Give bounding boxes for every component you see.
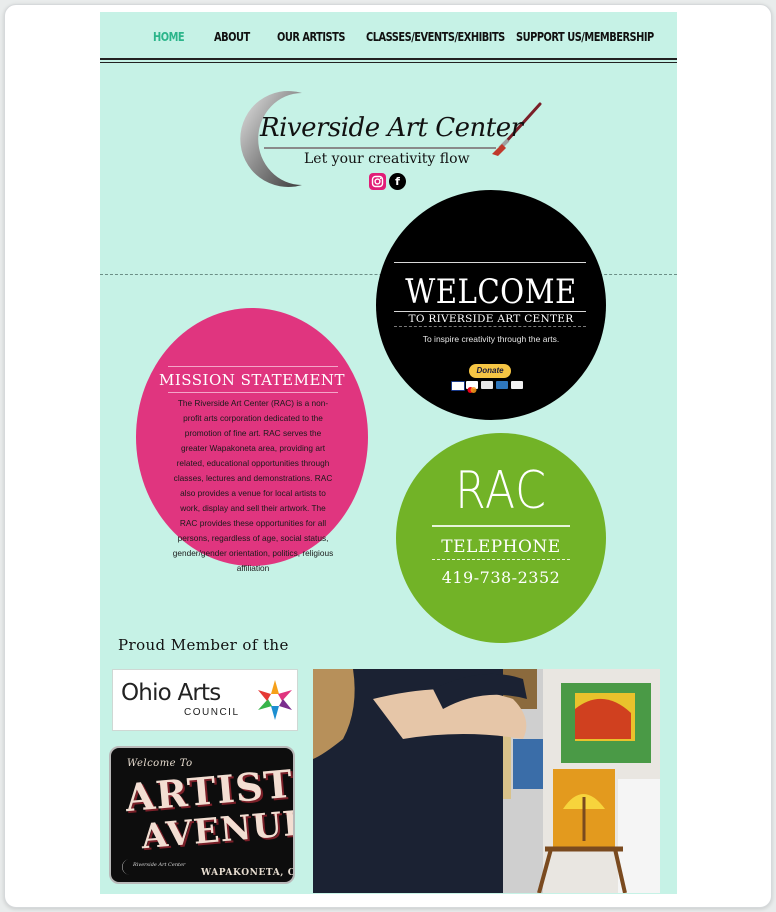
telephone-number[interactable]: 419-738-2352 xyxy=(396,568,606,587)
oac-sub: COUNCIL xyxy=(184,707,240,718)
visa-card-icon xyxy=(451,381,465,391)
welcome-circle: WELCOME TO RIVERSIDE ART CENTER To inspi… xyxy=(376,190,606,420)
artist-painting-video[interactable] xyxy=(313,669,660,893)
nav-support-membership[interactable]: SUPPORT US/MEMBERSHIP xyxy=(516,30,654,44)
main-nav: HOME ABOUT OUR ARTISTS CLASSES/EVENTS/EX… xyxy=(100,12,677,58)
welcome-title: WELCOME xyxy=(405,272,577,312)
mission-body: The Riverside Art Center (RAC) is a non-… xyxy=(172,398,334,573)
rac-rule xyxy=(432,525,570,527)
nav-our-artists[interactable]: OUR ARTISTS xyxy=(277,30,345,44)
welcome-subtitle: TO RIVERSIDE ART CENTER xyxy=(408,313,574,325)
ohio-arts-council-logo[interactable]: Ohio Arts COUNCIL xyxy=(112,669,298,731)
mission-rule-top xyxy=(168,366,338,367)
mastercard-icon xyxy=(466,381,478,393)
mission-rule-bottom xyxy=(168,392,338,393)
nav-divider-thin xyxy=(100,62,677,63)
page: HOME ABOUT OUR ARTISTS CLASSES/EVENTS/EX… xyxy=(100,12,677,894)
welcome-tagline: To inspire creativity through the arts. xyxy=(422,334,560,344)
avenue-brand: Riverside Art Center xyxy=(133,862,186,868)
instagram-icon[interactable] xyxy=(369,173,386,190)
oac-name: Ohio Arts xyxy=(121,680,221,706)
artist-avenue-logo[interactable]: Welcome To ARTIST AVENUE Riverside Art C… xyxy=(109,746,295,884)
contact-circle: RAC TELEPHONE 419-738-2352 xyxy=(396,433,606,643)
avenue-town: WAPAKONETA, OHIO xyxy=(201,868,293,878)
mission-title: MISSION STATEMENT xyxy=(158,371,346,389)
mission-circle: MISSION STATEMENT The Riverside Art Cent… xyxy=(136,308,368,573)
facebook-icon[interactable]: f xyxy=(389,173,406,190)
logo-tagline: Let your creativity flow xyxy=(304,151,470,167)
nav-divider xyxy=(100,58,677,60)
logo-title: Riverside Art Center xyxy=(260,113,523,143)
donate-button[interactable]: Donate xyxy=(469,364,511,378)
telephone-label: TELEPHONE xyxy=(441,537,561,557)
crescent-moon-icon xyxy=(240,91,542,187)
avenue-welcome: Welcome To xyxy=(127,758,193,769)
welcome-rule-top xyxy=(394,262,586,263)
welcome-rule-mid xyxy=(394,311,586,312)
amex-card-icon xyxy=(496,381,508,389)
nav-about[interactable]: ABOUT xyxy=(214,30,250,44)
nav-home[interactable]: HOME xyxy=(153,30,185,44)
members-heading: Proud Member of the xyxy=(118,636,289,654)
rac-rule-dashed xyxy=(432,559,570,560)
nav-classes-events-exhibits[interactable]: CLASSES/EVENTS/EXHIBITS xyxy=(366,30,505,44)
video-frame xyxy=(313,669,660,893)
logo-underline xyxy=(264,147,496,149)
rac-title: RAC xyxy=(455,461,547,521)
site-logo[interactable]: Riverside Art Center Let your creativity… xyxy=(222,90,552,200)
discover-card-icon xyxy=(481,381,493,389)
payment-cards-icon xyxy=(451,381,541,393)
oac-star-icon xyxy=(258,680,292,720)
welcome-rule-dashed xyxy=(394,326,586,327)
echeck-icon xyxy=(511,381,523,389)
